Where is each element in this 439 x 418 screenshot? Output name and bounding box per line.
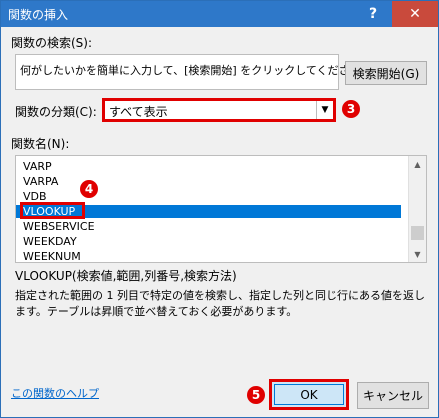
function-help-link[interactable]: この関数のヘルプ <box>11 385 99 401</box>
window-title: 関数の挿入 <box>8 8 69 22</box>
category-label: 関数の分類(C): <box>15 105 97 119</box>
function-list-label: 関数名(N): <box>11 137 70 151</box>
list-item[interactable]: VARPA <box>16 175 401 188</box>
start-search-button[interactable]: 検索開始(G) <box>345 61 427 85</box>
cancel-button[interactable]: キャンセル <box>357 382 429 409</box>
annotation-badge-4: ❹4 <box>80 180 98 198</box>
scroll-thumb[interactable] <box>411 226 424 240</box>
list-item[interactable]: WEBSERVICE <box>16 220 401 233</box>
scroll-down-icon[interactable]: ▼ <box>409 246 426 262</box>
title-bar: 関数の挿入 ? ✕ <box>1 1 438 27</box>
scroll-up-icon[interactable]: ▲ <box>409 156 426 172</box>
function-signature: VLOOKUP(検索値,範囲,列番号,検索方法) <box>15 269 237 283</box>
category-selected-value: すべて表示 <box>109 105 168 119</box>
help-button[interactable]: ? <box>356 1 390 27</box>
ok-focus-ring <box>274 384 344 405</box>
search-input-text: 何がしたいかを簡単に入力して、[検索開始] をクリックしてください。 <box>20 64 372 77</box>
insert-function-dialog: 関数の挿入 ? ✕ 関数の検索(S): 何がしたいかを簡単に入力して、[検索開始… <box>0 0 439 418</box>
highlight-box-vlookup <box>20 202 85 219</box>
search-label: 関数の検索(S): <box>11 36 93 50</box>
list-item[interactable]: VARP <box>16 160 401 173</box>
function-description: 指定された範囲の 1 列目で特定の値を検索し、指定した列と同じ行にある値を返しま… <box>15 289 425 318</box>
close-icon[interactable]: ✕ <box>392 1 438 27</box>
chevron-down-icon[interactable]: ▼ <box>316 101 333 119</box>
list-scrollbar[interactable]: ▲ ▼ <box>408 156 426 262</box>
list-item[interactable]: WEEKNUM <box>16 250 401 262</box>
category-select[interactable]: すべて表示 ▼ <box>102 98 336 122</box>
annotation-badge-5: ❺5 <box>247 386 265 404</box>
list-item[interactable]: WEEKDAY <box>16 235 401 248</box>
annotation-badge-3: ❸3 <box>342 100 360 118</box>
ok-button[interactable]: OK <box>269 379 349 410</box>
search-input[interactable]: 何がしたいかを簡単に入力して、[検索開始] をクリックしてください。 <box>15 54 372 90</box>
